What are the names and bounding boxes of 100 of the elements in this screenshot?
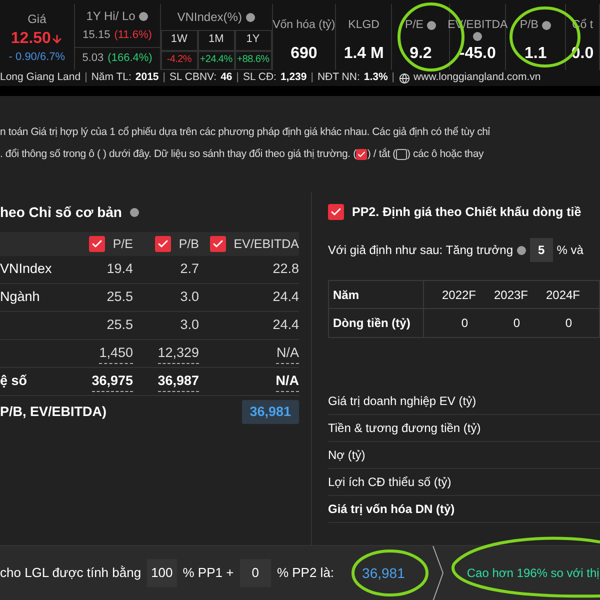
growth-input[interactable]: 5	[530, 238, 553, 262]
checkbox[interactable]	[328, 204, 344, 220]
weight-input[interactable]: 100	[147, 559, 177, 587]
checkbox[interactable]	[154, 236, 171, 252]
row-label: P/B, EV/EBITDA)	[0, 402, 107, 421]
result-value: 36,981	[362, 564, 405, 582]
down-arrow-icon	[50, 33, 63, 45]
stat-label: P/B	[520, 18, 538, 32]
table-cell: Dòng tiền (tỷ)	[329, 309, 424, 337]
stat-label: P/E	[404, 18, 424, 32]
row-label: ệ số	[0, 373, 28, 388]
info-label: SL CĐ:	[242, 70, 276, 86]
table-cell-text: 3.0	[180, 288, 199, 306]
column-header: P/E	[112, 236, 133, 253]
summary-text: % PP1 +	[182, 564, 234, 582]
info-label: NĐT NN:	[317, 70, 360, 86]
column-header: 2023F	[492, 286, 528, 304]
high-value: 15.15	[82, 29, 110, 43]
check-icon	[357, 150, 366, 160]
company-name: Long Giang Land	[0, 70, 81, 86]
description-text: ) các ô hoặc thay	[406, 147, 484, 162]
assumption-label: Với giả định như sau: Tăng trưởng	[328, 242, 514, 259]
table-cell-text: 24.4	[272, 316, 299, 334]
table-cell-text: 3.0	[180, 316, 199, 334]
period-change: -4.2%	[160, 50, 198, 70]
website-link[interactable]: www.longgiangland.com.vn	[414, 70, 541, 86]
table-cell-text: 2.7	[180, 260, 199, 278]
table-cell[interactable]: 36,987	[158, 370, 199, 392]
comparison-text: Cao hơn 196% so với thị	[466, 565, 600, 582]
info-icon[interactable]	[542, 20, 552, 30]
value-row-label: Tiền & tương đương tiền (tỷ)	[328, 415, 600, 442]
period-label: 1W	[160, 30, 198, 51]
check-icon	[212, 238, 224, 250]
low-percent: (166.4%)	[108, 52, 152, 66]
column-header: 2022F	[440, 286, 476, 304]
info-icon[interactable]	[139, 12, 148, 22]
separator: |	[84, 70, 88, 86]
period-change: +88.6%	[234, 50, 272, 70]
info-icon[interactable]	[130, 208, 139, 216]
description-text: n toán Giá trị hợp lý của 1 cổ phiếu dựa trên các phương pháp định giá khác nhau. Các giả định có thể tùy chỉ	[0, 125, 491, 140]
separator: |	[310, 70, 314, 86]
table-cell-text: 0	[564, 315, 573, 332]
table-cell[interactable]: 36,975	[92, 370, 133, 392]
table-cell-text: 19.4	[106, 260, 133, 278]
value-row-label: Lợi ích CĐ thiểu số (tỷ)	[328, 469, 600, 496]
stat-value: 1.4 M	[344, 44, 384, 64]
info-value: 1.3%	[364, 70, 388, 86]
stat-value: 9.2	[410, 44, 432, 64]
chevron-divider	[430, 546, 445, 600]
info-value: 46	[220, 70, 232, 86]
info-value: 1,239	[280, 70, 307, 86]
info-label: SL CBNV:	[169, 70, 217, 86]
checkbox[interactable]	[396, 149, 407, 160]
table-cell-text: 25.5	[106, 316, 133, 334]
checkbox[interactable]	[88, 236, 105, 252]
info-icon[interactable]	[517, 246, 526, 254]
low-value: 5.03	[82, 52, 104, 66]
summary-text: cho LGL được tính bằng	[0, 564, 142, 582]
stat-value: 1.1	[524, 44, 547, 64]
stat-value: -45.0	[459, 44, 496, 64]
price-change: - 0.90/6.7%	[8, 51, 66, 65]
table-cell-text: 0	[512, 315, 521, 332]
stat-label: Giá	[28, 12, 46, 27]
result-value: 36,981	[242, 400, 299, 424]
section-title: PP2. Định giá theo Chiết khấu dòng tiề	[352, 204, 582, 221]
price-value: 12.50	[10, 29, 51, 49]
stat-label: KLGD	[348, 18, 380, 32]
column-header: Năm	[329, 281, 424, 308]
info-value: 2015	[135, 70, 159, 86]
value-row-label: Nợ (tỷ)	[328, 442, 600, 469]
table-cell-text: 22.8	[272, 260, 299, 278]
row-label: Ngành	[0, 289, 40, 304]
globe-icon	[398, 72, 410, 84]
info-icon[interactable]	[427, 20, 436, 30]
info-label: Năm TL:	[91, 70, 132, 86]
table-cell[interactable]: N/A	[276, 342, 299, 364]
column-header: 2024F	[544, 286, 580, 304]
checkbox[interactable]	[210, 236, 226, 252]
column-header: P/B	[178, 236, 199, 253]
table-cell-text: 0	[460, 315, 469, 332]
info-icon[interactable]	[246, 12, 255, 22]
table-cell[interactable]: 12,329	[158, 342, 199, 364]
info-icon[interactable]	[473, 32, 482, 42]
description-text: ) / tắt (	[367, 147, 396, 162]
table-cell[interactable]: 1,450	[99, 342, 133, 364]
separator: |	[162, 70, 166, 86]
separator: |	[392, 70, 395, 86]
stat-label: Vốn hóa (tỷ)	[272, 18, 336, 32]
stat-value: 690	[290, 44, 318, 64]
table-cell[interactable]: N/A	[276, 370, 299, 392]
section-title: heo Chỉ số cơ bản	[0, 202, 122, 222]
column-header: EV/EBITDA	[234, 236, 299, 253]
weight-input[interactable]: 0	[240, 559, 271, 587]
checkbox[interactable]	[356, 149, 368, 160]
assumption-label: % và	[556, 242, 584, 259]
check-icon	[90, 238, 103, 250]
table-cell-text: 25.5	[106, 288, 133, 306]
row-label: VNIndex	[0, 261, 52, 276]
stat-label: VNIndex(%)	[177, 10, 242, 24]
check-icon	[330, 206, 342, 218]
